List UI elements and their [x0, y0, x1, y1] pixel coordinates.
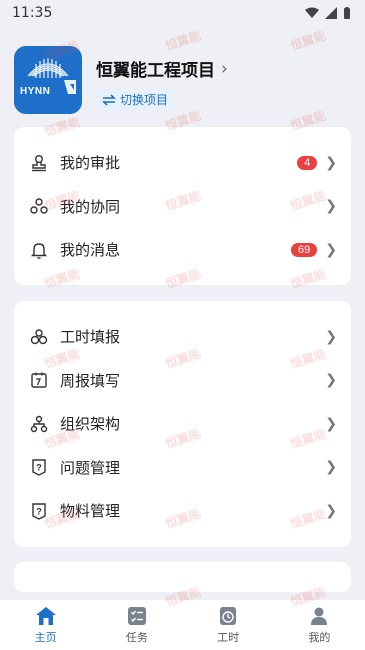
org-chart-icon	[28, 413, 50, 435]
personal-menu-card: 我的审批 4 ❯ 我的协同 ❯ 我的消息 69 ❯	[14, 127, 351, 285]
menu-item-approval[interactable]: 我的审批 4 ❯	[14, 141, 351, 185]
tools-menu-card: 工时填报 ❯ 周报填写 ❯ 组织架构 ❯ ? 问题管理 ❯ ? 物料管理 ❯	[14, 301, 351, 547]
svg-text:?: ?	[36, 506, 42, 516]
status-time: 11:35	[12, 5, 53, 21]
tab-tasks[interactable]: 任务	[102, 606, 172, 645]
tab-label: 我的	[308, 630, 331, 644]
calendar-icon	[28, 369, 50, 391]
tab-label: 主页	[34, 630, 57, 644]
menu-item-timesheet[interactable]: 工时填报 ❯	[14, 315, 351, 359]
bell-icon	[28, 239, 50, 261]
project-title-link[interactable]: 恒翼能工程项目 ›	[96, 56, 228, 82]
menu-item-issues[interactable]: ? 问题管理 ❯	[14, 446, 351, 490]
home-icon	[35, 606, 56, 625]
menu-item-label: 我的协同	[60, 197, 121, 216]
tab-home[interactable]: 主页	[11, 606, 81, 645]
menu-item-label: 组织架构	[60, 415, 121, 434]
svg-text:?: ?	[36, 463, 42, 473]
approval-count-badge: 4	[297, 155, 318, 170]
logo-graphic	[27, 58, 76, 94]
project-info: 恒翼能工程项目 › 切换项目	[96, 46, 228, 110]
switch-project-button[interactable]: 切换项目	[96, 89, 175, 110]
chevron-right-icon: ›	[221, 58, 228, 79]
timer-icon	[220, 606, 237, 625]
status-bar: 11:35	[0, 0, 365, 26]
tab-profile[interactable]: 我的	[284, 606, 354, 645]
menu-item-label: 我的消息	[60, 241, 121, 260]
signal-icon	[325, 7, 337, 19]
menu-item-collaboration[interactable]: 我的协同 ❯	[14, 185, 351, 229]
message-count-badge: 69	[291, 242, 318, 257]
collaboration-icon	[28, 195, 50, 217]
chevron-right-icon: ❯	[325, 154, 337, 171]
swap-icon	[102, 93, 116, 106]
chevron-right-icon: ❯	[325, 459, 337, 476]
chevron-right-icon: ❯	[325, 198, 337, 215]
status-icons	[305, 6, 351, 20]
tab-label: 任务	[125, 630, 148, 644]
question-shield-icon: ?	[28, 500, 50, 522]
tab-timesheet[interactable]: 工时	[193, 606, 263, 645]
chevron-right-icon: ❯	[325, 372, 337, 389]
menu-item-label: 问题管理	[60, 458, 121, 477]
menu-item-messages[interactable]: 我的消息 69 ❯	[14, 228, 351, 272]
clock-users-icon	[28, 326, 50, 348]
user-icon	[311, 607, 328, 625]
chevron-right-icon: ❯	[325, 502, 337, 519]
project-header: HYNN 恒翼能工程项目 › 切换项目	[14, 46, 354, 118]
company-logo: HYNN	[14, 46, 82, 114]
partial-card	[14, 562, 351, 592]
menu-item-label: 物料管理	[60, 502, 121, 521]
task-list-icon	[127, 606, 146, 625]
bottom-tab-bar: 主页 任务 工时 我的	[0, 600, 365, 650]
menu-item-label: 工时填报	[60, 328, 121, 347]
stamp-icon	[28, 152, 50, 174]
tab-label: 工时	[217, 630, 240, 644]
chevron-right-icon: ❯	[325, 241, 337, 258]
switch-project-label: 切换项目	[120, 93, 169, 107]
menu-item-label: 周报填写	[60, 371, 121, 390]
question-shield-icon: ?	[28, 456, 50, 478]
menu-item-materials[interactable]: ? 物料管理 ❯	[14, 489, 351, 533]
battery-icon	[344, 6, 350, 19]
project-name: 恒翼能工程项目	[96, 61, 215, 81]
logo-text: HYNN	[20, 86, 51, 97]
chevron-right-icon: ❯	[325, 415, 337, 432]
menu-item-weekly-report[interactable]: 周报填写 ❯	[14, 359, 351, 403]
wifi-icon	[305, 7, 319, 18]
chevron-right-icon: ❯	[325, 328, 337, 345]
menu-item-label: 我的审批	[60, 154, 121, 173]
menu-item-org-chart[interactable]: 组织架构 ❯	[14, 402, 351, 446]
